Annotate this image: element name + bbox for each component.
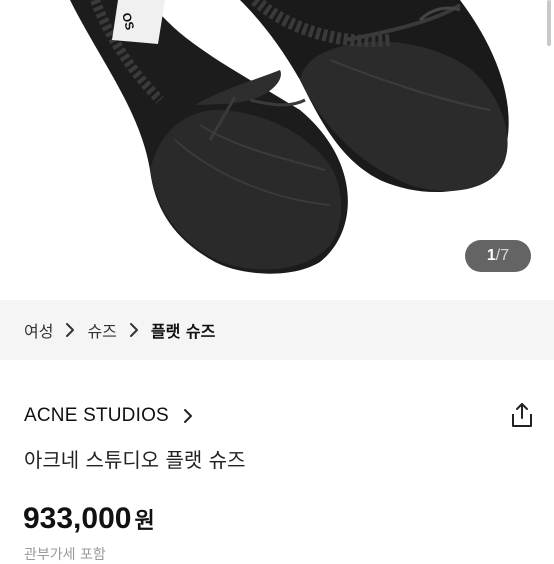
breadcrumb-item-women[interactable]: 여성 xyxy=(24,318,53,342)
product-price: 933,000 xyxy=(23,502,132,535)
chevron-right-icon[interactable] xyxy=(183,408,193,424)
price-currency: 원 xyxy=(134,509,155,534)
chevron-right-icon xyxy=(53,322,87,338)
share-icon[interactable] xyxy=(510,402,534,432)
image-counter: 1/7 xyxy=(465,240,531,272)
chevron-right-icon xyxy=(117,322,151,338)
brand-row: ACNE STUDIOS xyxy=(24,400,534,432)
breadcrumb: 여성 슈즈 플랫 슈즈 xyxy=(0,300,554,360)
brand-link[interactable]: ACNE STUDIOS xyxy=(24,405,169,427)
tax-note: 관부가세 포함 xyxy=(24,547,106,563)
image-counter-current: 1 xyxy=(486,247,496,264)
product-name: 아크네 스튜디오 플랫 슈즈 xyxy=(24,448,246,472)
product-image-gallery[interactable]: OS 1/7 xyxy=(0,0,554,300)
scrollbar-thumb[interactable] xyxy=(547,0,551,46)
price-row: 933,000 원 xyxy=(23,502,155,536)
image-counter-total: 7 xyxy=(500,247,510,264)
breadcrumb-item-flat-shoes[interactable]: 플랫 슈즈 xyxy=(151,318,215,342)
breadcrumb-item-shoes[interactable]: 슈즈 xyxy=(87,318,116,342)
